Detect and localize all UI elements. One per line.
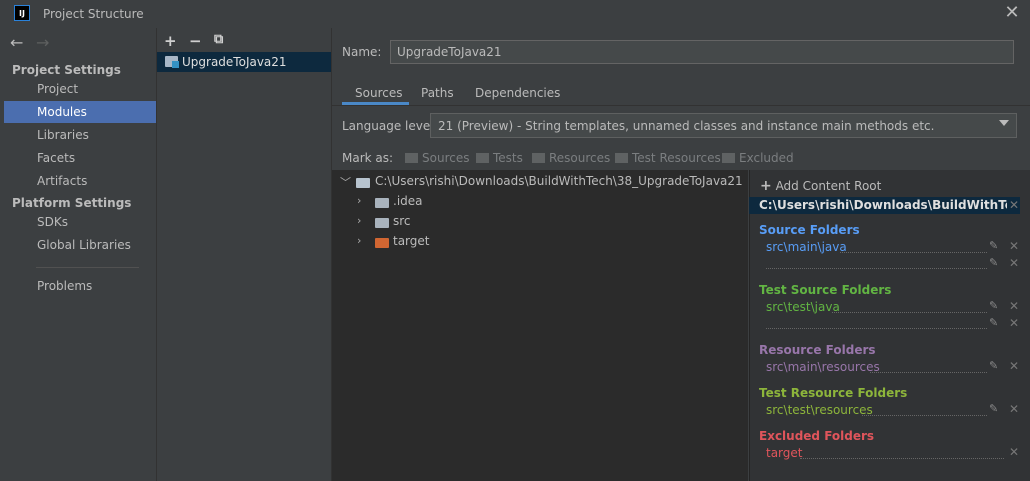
nav-item-artifacts[interactable]: Artifacts bbox=[4, 170, 156, 192]
window-title: Project Structure bbox=[43, 7, 144, 21]
dotted-leader bbox=[862, 415, 987, 416]
remove-icon[interactable]: ✕ bbox=[1009, 256, 1019, 270]
excluded-folder-icon bbox=[722, 153, 735, 163]
excluded-folders-heading: Excluded Folders bbox=[759, 429, 875, 443]
test-resource-folder-item[interactable]: src\test\resources bbox=[766, 403, 873, 417]
mark-test-resources-label: Test Resources bbox=[632, 151, 721, 165]
mark-tests-label: Tests bbox=[493, 151, 523, 165]
chevron-down-icon[interactable] bbox=[999, 120, 1009, 126]
tab-paths[interactable]: Paths bbox=[421, 86, 454, 100]
tree-item-target[interactable]: target bbox=[393, 234, 430, 248]
remove-icon[interactable]: ✕ bbox=[1009, 402, 1019, 416]
add-icon[interactable]: + bbox=[164, 32, 177, 50]
language-level-select[interactable]: 21 (Preview) - String templates, unnamed… bbox=[430, 113, 1017, 138]
chevron-down-icon[interactable]: ﹀ bbox=[340, 174, 351, 190]
remove-root-icon[interactable]: ✕ bbox=[1009, 198, 1019, 212]
test-resources-folder-icon bbox=[615, 153, 628, 163]
dotted-leader bbox=[840, 252, 987, 253]
folder-icon bbox=[375, 196, 389, 210]
remove-icon[interactable]: ✕ bbox=[1009, 445, 1019, 459]
tab-separator bbox=[332, 105, 1030, 106]
platform-settings-heading: Platform Settings bbox=[12, 196, 132, 210]
nav-divider bbox=[36, 267, 139, 268]
remove-icon[interactable]: ✕ bbox=[1009, 239, 1019, 253]
sources-folder-icon bbox=[405, 153, 418, 163]
module-badge-icon bbox=[172, 61, 179, 68]
language-level-label: Language level: bbox=[342, 119, 438, 133]
project-settings-heading: Project Settings bbox=[12, 63, 121, 77]
tree-item-src[interactable]: src bbox=[393, 214, 411, 228]
copy-icon[interactable]: ⧉ bbox=[214, 32, 223, 47]
dotted-leader bbox=[870, 372, 987, 373]
tree-root-label[interactable]: C:\Users\rishi\Downloads\BuildWithTech\3… bbox=[375, 174, 743, 188]
chevron-right-icon[interactable]: › bbox=[357, 214, 361, 227]
back-arrow-icon[interactable]: ← bbox=[10, 33, 23, 52]
mark-as-label: Mark as: bbox=[342, 151, 394, 165]
add-icon: + bbox=[760, 178, 772, 194]
remove-icon[interactable]: − bbox=[189, 32, 202, 50]
edit-icon[interactable]: ✎ bbox=[989, 402, 998, 415]
tests-folder-icon bbox=[476, 153, 489, 163]
dotted-leader bbox=[766, 328, 987, 329]
dotted-leader bbox=[832, 312, 987, 313]
mark-test-resources-button[interactable]: Test Resources bbox=[615, 151, 721, 165]
tree-item-idea[interactable]: .idea bbox=[393, 194, 423, 208]
remove-icon[interactable]: ✕ bbox=[1009, 359, 1019, 373]
mark-resources-label: Resources bbox=[549, 151, 611, 165]
nav-item-libraries[interactable]: Libraries bbox=[4, 124, 156, 146]
module-label[interactable]: UpgradeToJava21 bbox=[182, 55, 287, 69]
add-content-root-label: Add Content Root bbox=[775, 179, 882, 193]
resource-folders-heading: Resource Folders bbox=[759, 343, 876, 357]
close-icon[interactable]: ✕ bbox=[1003, 4, 1021, 22]
nav-item-sdks[interactable]: SDKs bbox=[4, 211, 156, 233]
edit-icon[interactable]: ✎ bbox=[989, 359, 998, 372]
source-folders-heading: Source Folders bbox=[759, 223, 860, 237]
edit-icon[interactable]: ✎ bbox=[989, 239, 998, 252]
folder-icon bbox=[356, 176, 370, 190]
remove-icon[interactable]: ✕ bbox=[1009, 299, 1019, 313]
modules-list-panel bbox=[157, 28, 332, 481]
nav-item-facets[interactable]: Facets bbox=[4, 147, 156, 169]
mark-resources-button[interactable]: Resources bbox=[532, 151, 610, 165]
mark-excluded-button[interactable]: Excluded bbox=[722, 151, 794, 165]
intellij-logo-icon: IJ bbox=[14, 5, 30, 21]
nav-item-problems[interactable]: Problems bbox=[4, 275, 156, 297]
nav-item-global-libraries[interactable]: Global Libraries bbox=[4, 234, 156, 256]
edit-icon[interactable]: ✎ bbox=[989, 256, 998, 269]
excluded-folder-icon bbox=[375, 236, 389, 250]
dotted-leader bbox=[766, 268, 987, 269]
tab-sources[interactable]: Sources bbox=[355, 86, 402, 100]
tab-dependencies[interactable]: Dependencies bbox=[475, 86, 560, 100]
add-content-root-button[interactable]: + Add Content Root bbox=[760, 178, 881, 194]
test-resource-folders-heading: Test Resource Folders bbox=[759, 386, 908, 400]
name-label: Name: bbox=[342, 45, 382, 59]
chevron-right-icon[interactable]: › bbox=[357, 194, 361, 207]
edit-icon[interactable]: ✎ bbox=[989, 299, 998, 312]
mark-excluded-label: Excluded bbox=[739, 151, 794, 165]
nav-item-project[interactable]: Project bbox=[4, 78, 156, 100]
folder-icon bbox=[375, 216, 389, 230]
chevron-right-icon[interactable]: › bbox=[357, 234, 361, 247]
mark-tests-button[interactable]: Tests bbox=[476, 151, 523, 165]
module-name-input[interactable]: UpgradeToJava21 bbox=[390, 40, 1014, 64]
test-source-folders-heading: Test Source Folders bbox=[759, 283, 892, 297]
resource-folder-item[interactable]: src\main\resources bbox=[766, 360, 880, 374]
dotted-leader bbox=[800, 458, 1004, 459]
resources-folder-icon bbox=[532, 153, 545, 163]
title-bar bbox=[0, 0, 1030, 28]
excluded-folder-item[interactable]: target bbox=[766, 446, 803, 460]
forward-arrow-icon[interactable]: → bbox=[36, 33, 49, 52]
nav-item-modules[interactable]: Modules bbox=[4, 101, 156, 123]
edit-icon[interactable]: ✎ bbox=[989, 316, 998, 329]
mark-sources-button[interactable]: Sources bbox=[405, 151, 469, 165]
remove-icon[interactable]: ✕ bbox=[1009, 316, 1019, 330]
content-root-path: C:\Users\rishi\Downloads\BuildWithTech\3… bbox=[759, 198, 1007, 212]
test-source-folder-item[interactable]: src\test\java bbox=[766, 300, 840, 314]
source-folder-item[interactable]: src\main\java bbox=[766, 240, 847, 254]
mark-sources-label: Sources bbox=[422, 151, 470, 165]
